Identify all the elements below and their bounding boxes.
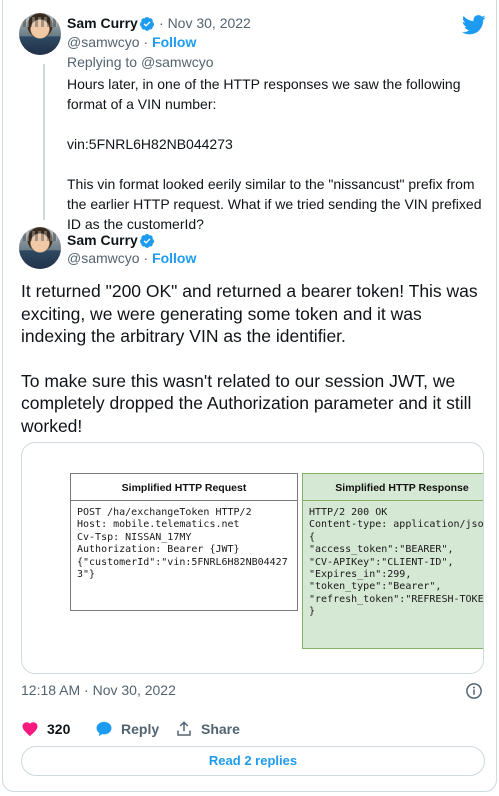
tweet2-paragraph: To make sure this wasn't related to our … [21,370,472,436]
tweet2-paragraph: It returned "200 OK" and returned a bear… [21,281,478,346]
code-line: {"customerId":"vin:5FNRL6H82NB04427 [77,556,288,568]
tweet-card: Sam Curry · Nov 30, 2022 @samwcyo · Foll… [2,0,497,792]
author-name[interactable]: Sam Curry [67,232,138,248]
code-line: 3"} [77,569,96,581]
twitter-bird-icon[interactable] [462,14,486,36]
like-button[interactable]: 320 [21,716,70,742]
code-line: Cv-Tsp: NISSAN_17MY [77,531,192,543]
reply-label: Reply [121,721,160,737]
replying-to: Replying to @samwcyo [67,54,214,70]
tweet1-paragraph: Hours later, in one of the HTTP response… [67,76,461,112]
replying-to-handle[interactable]: @samwcyo [141,54,214,70]
code-line: { [309,531,316,543]
avatar[interactable] [19,227,61,269]
http-request-title: Simplified HTTP Request [71,474,297,501]
tweet-timestamp[interactable]: 12:18 AM · Nov 30, 2022 [21,682,176,698]
tweet1-paragraph: This vin format looked eerily similar to… [67,176,482,232]
tweet-date[interactable]: Nov 30, 2022 [168,15,251,31]
avatar[interactable] [19,13,61,55]
author-handle[interactable]: @samwcyo [67,250,140,266]
code-line: "token_type":"Bearer", [309,581,442,593]
tweet1-paragraph: vin:5FNRL6H82NB044273 [67,136,233,152]
code-line: Authorization: Bearer {JWT} [77,544,240,556]
like-count: 320 [47,721,71,737]
http-response-title: Simplified HTTP Response [303,474,483,501]
replying-to-label: Replying to [67,54,141,70]
reply-button[interactable]: Reply [95,716,159,742]
handle-line: @samwcyo · Follow [67,250,197,266]
thread-connector [43,64,45,220]
follow-button[interactable]: Follow [152,250,196,266]
follow-button[interactable]: Follow [152,34,196,50]
info-icon[interactable] [465,682,483,700]
code-line: } [309,606,316,618]
code-line: "refresh_token":"REFRESH-TOKEN" [309,593,484,605]
tweet1-text: Hours later, in one of the HTTP response… [67,74,487,234]
code-line: HTTP/2 200 OK [309,507,388,518]
verified-badge-icon [140,17,155,31]
author-name[interactable]: Sam Curry [67,15,138,31]
http-request-lines: POST /ha/exchangeToken HTTP/2 Host: mobi… [71,501,297,581]
code-line: POST /ha/exchangeToken HTTP/2 [77,507,252,518]
code-line: Host: mobile.telematics.net [77,519,240,531]
author-handle[interactable]: @samwcyo [67,34,140,50]
http-response-lines: HTTP/2 200 OK Content-type: application/… [303,501,484,619]
share-button[interactable]: Share [175,716,240,742]
tweet2-text: It returned "200 OK" and returned a bear… [21,280,491,437]
code-line: "CV-APIKey":"CLIENT-ID", [309,556,454,568]
share-icon [177,721,191,736]
reply-bubble-icon [96,721,112,737]
verified-badge-icon [140,234,155,248]
http-response-box: Simplified HTTP Response HTTP/2 200 OK C… [302,473,484,649]
handle-line: @samwcyo · Follow [67,34,197,50]
read-replies-button[interactable]: Read 2 replies [21,746,485,776]
attached-image[interactable]: Simplified HTTP Request POST /ha/exchang… [21,442,484,674]
heart-icon [22,722,38,737]
code-line: Content-type: application/json [309,519,484,531]
code-line: "Expires_in":299, [309,569,412,581]
share-label: Share [201,721,240,737]
http-request-box: Simplified HTTP Request POST /ha/exchang… [70,473,298,611]
code-line: "access_token":"BEARER", [309,544,454,556]
tweet-date-line: · Nov 30, 2022 [159,15,251,31]
